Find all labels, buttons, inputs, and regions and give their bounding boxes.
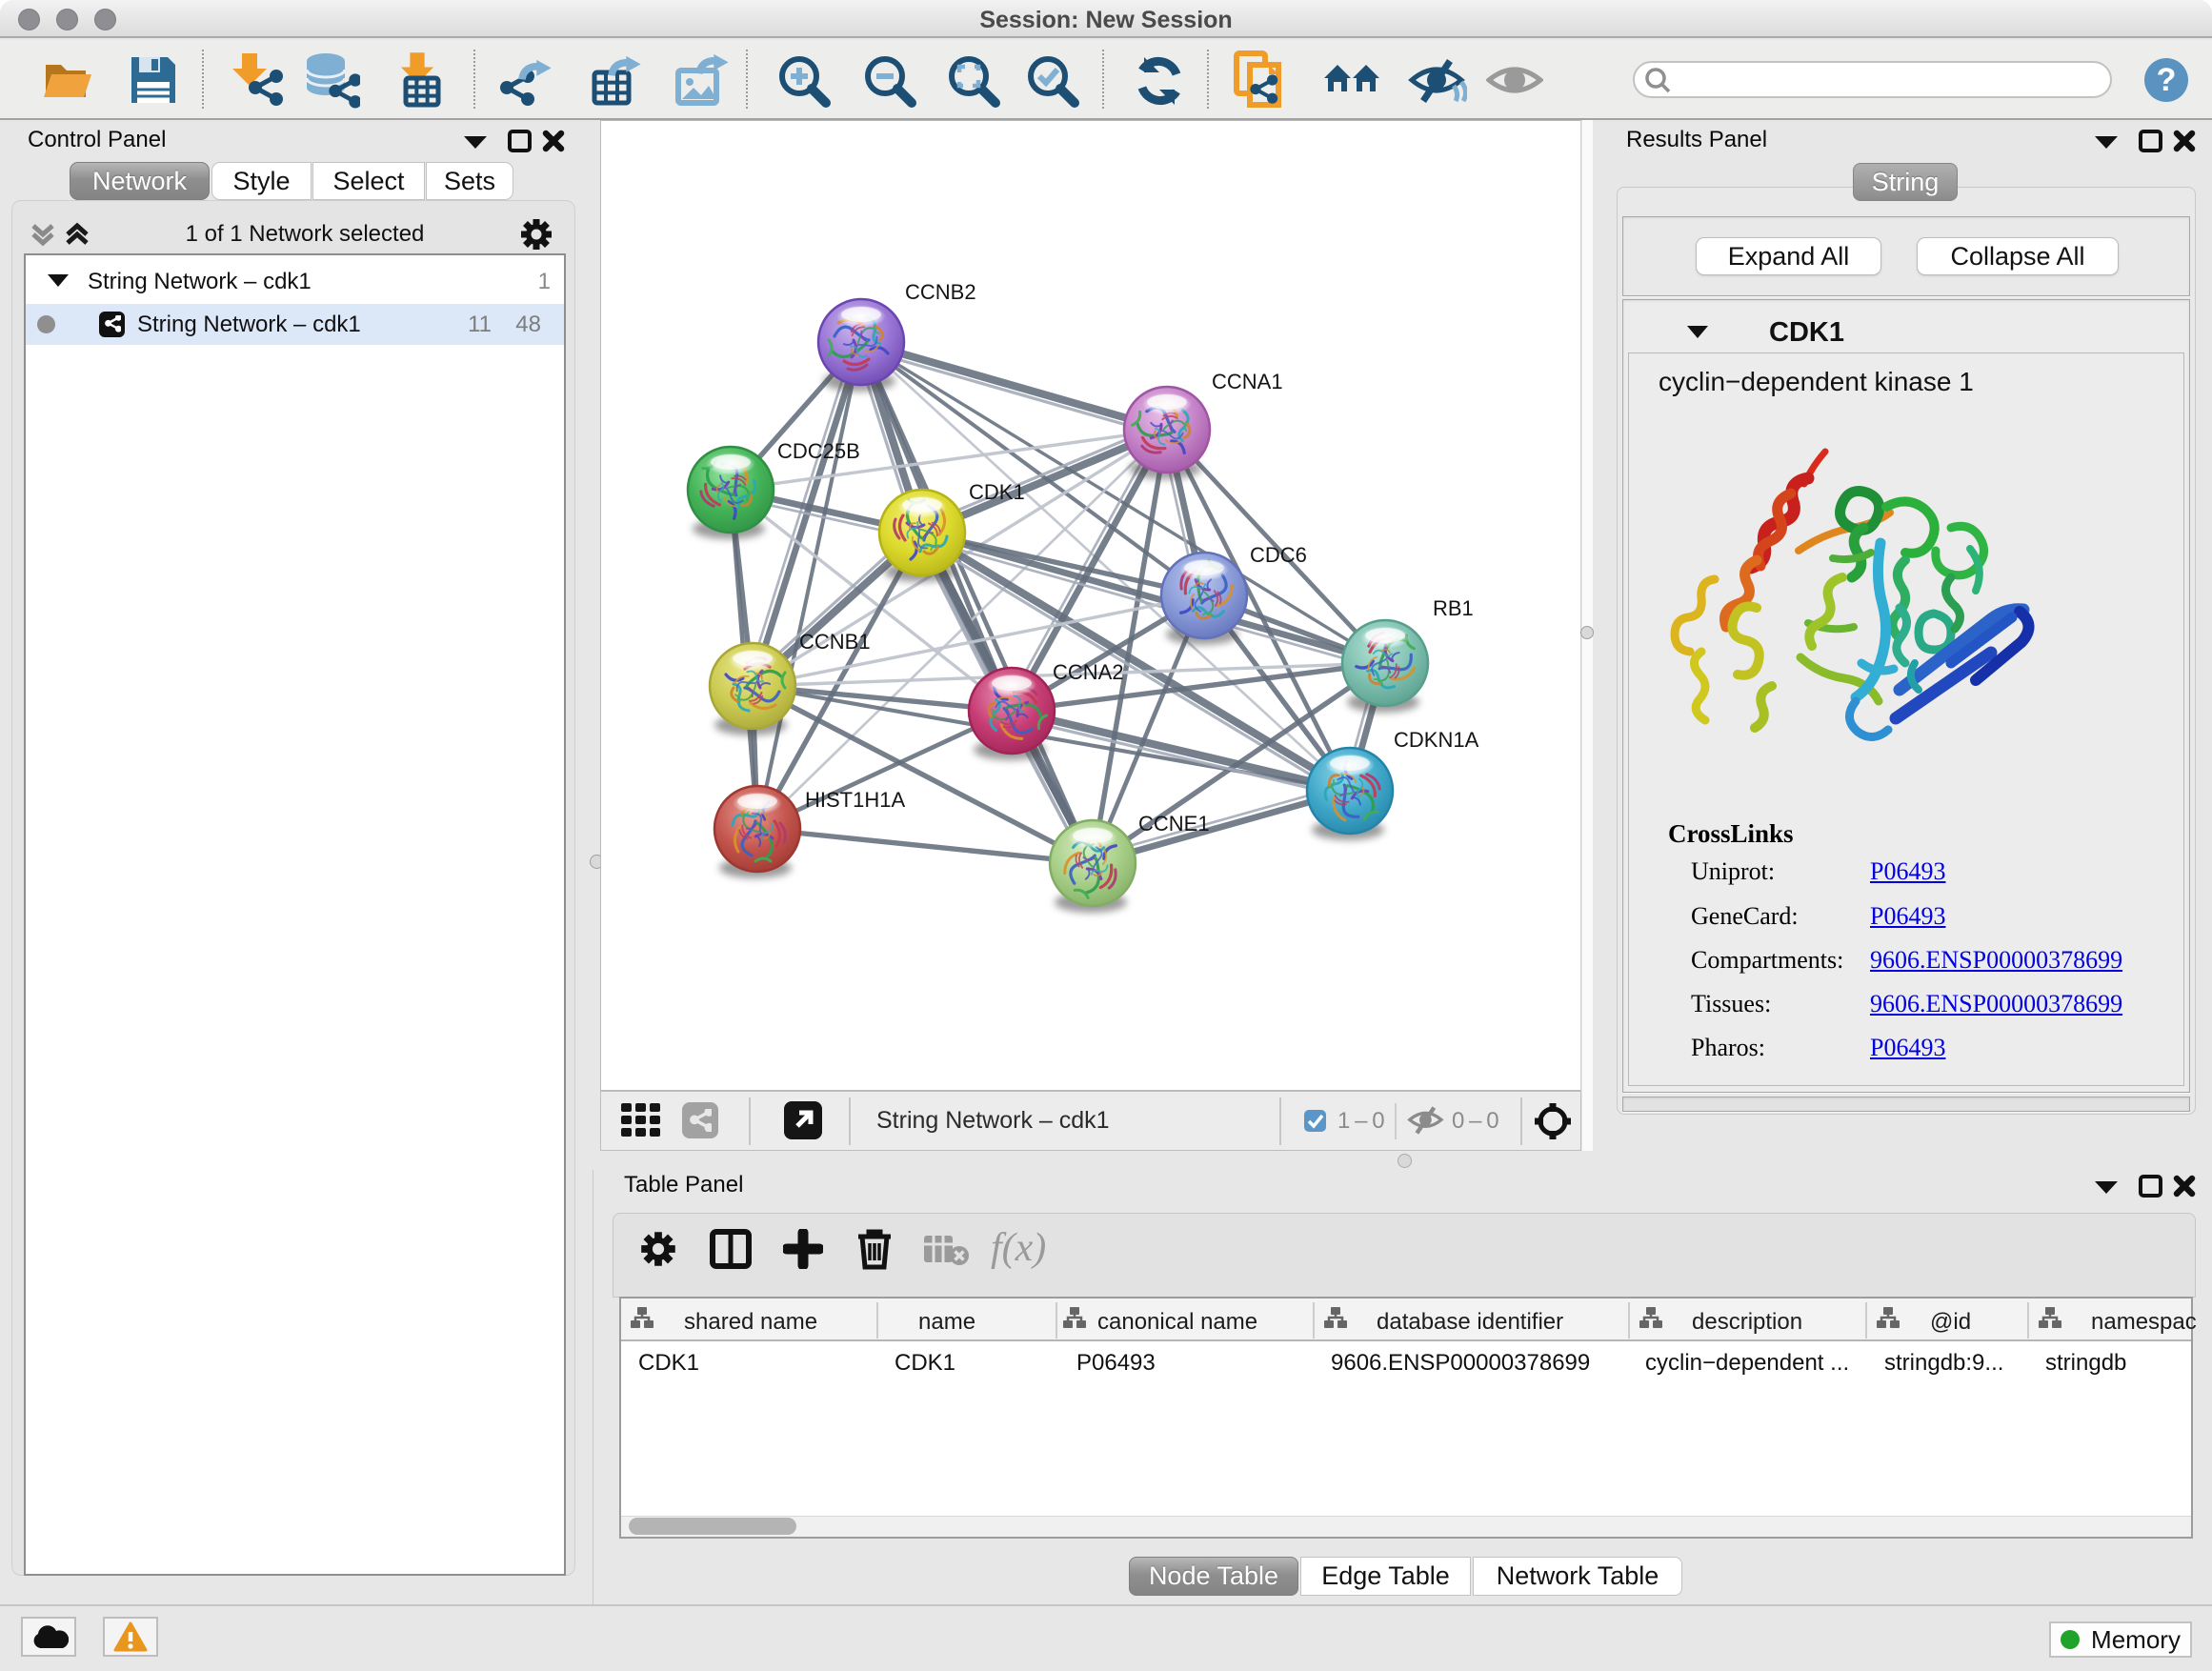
svg-text:CCNE1: CCNE1 bbox=[1138, 812, 1210, 836]
svg-text:CCNB2: CCNB2 bbox=[905, 280, 976, 304]
svg-text:CDK1: CDK1 bbox=[969, 480, 1025, 504]
svg-text:CDC6: CDC6 bbox=[1250, 543, 1307, 567]
svg-text:CCNA1: CCNA1 bbox=[1212, 370, 1283, 393]
svg-text:CCNA2: CCNA2 bbox=[1053, 660, 1124, 684]
svg-text:CDC25B: CDC25B bbox=[777, 439, 860, 463]
svg-text:HIST1H1A: HIST1H1A bbox=[805, 788, 905, 812]
svg-text:CCNB1: CCNB1 bbox=[799, 630, 871, 654]
svg-text:CDKN1A: CDKN1A bbox=[1394, 728, 1479, 752]
svg-text:RB1: RB1 bbox=[1433, 596, 1474, 620]
